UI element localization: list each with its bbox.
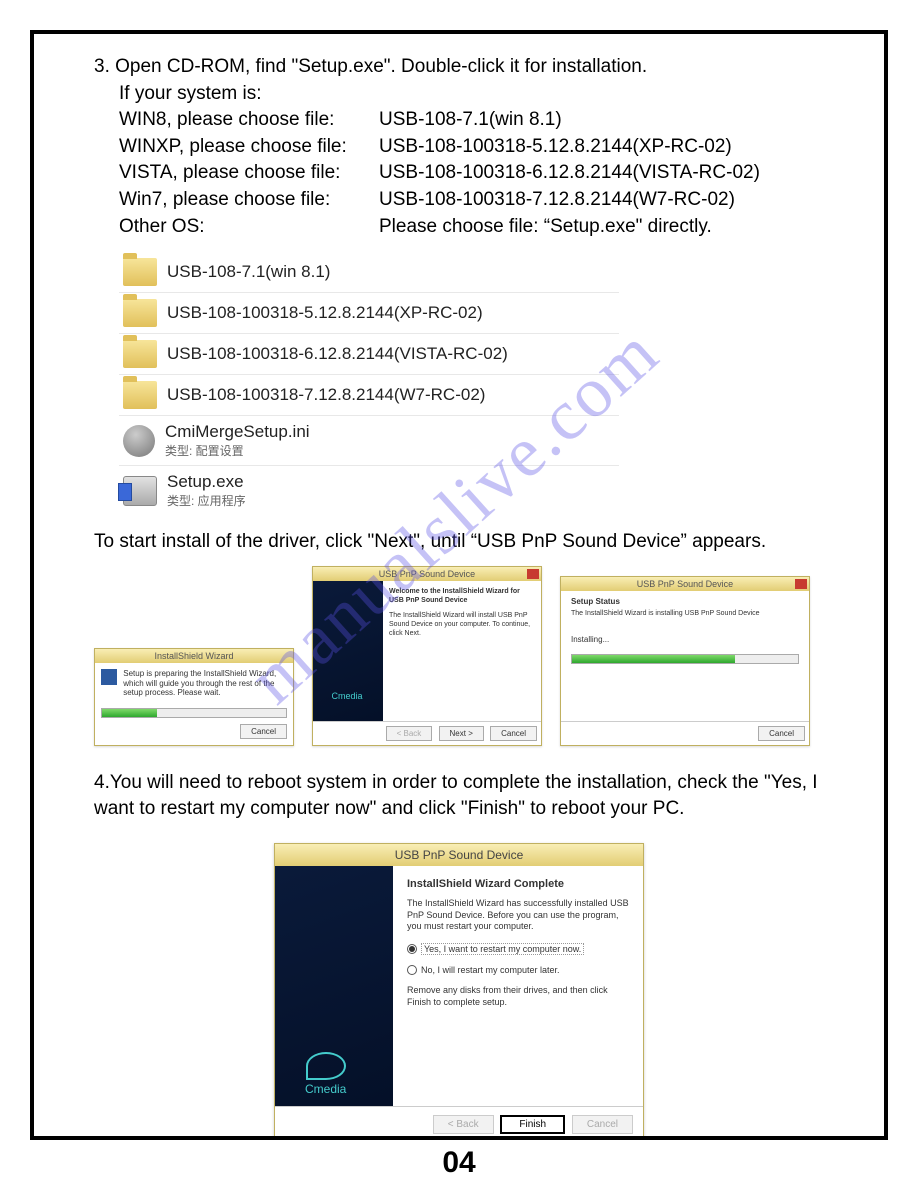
installing-label: Installing... <box>571 635 799 644</box>
wizard-complete-window: USB PnP Sound Device Cmedia InstallShiel… <box>274 843 644 1140</box>
cancel-button[interactable]: Cancel <box>240 724 287 739</box>
wizard-side-panel: Cmedia <box>313 581 383 721</box>
remove-disks-text: Remove any disks from their drives, and … <box>407 985 629 1008</box>
cmedia-logo: Cmedia <box>305 1052 346 1096</box>
os-label: Win7, please choose file: <box>119 187 379 214</box>
cancel-button[interactable]: Cancel <box>758 726 805 741</box>
setup-status-window: USB PnP Sound Device Setup Status The In… <box>560 576 810 746</box>
restart-later-option[interactable]: No, I will restart my computer later. <box>407 965 629 975</box>
close-icon[interactable] <box>527 569 539 579</box>
window-title: USB PnP Sound Device <box>313 567 541 581</box>
file-listing: USB-108-7.1(win 8.1) USB-108-100318-5.12… <box>119 252 619 515</box>
step3-line1: 3. Open CD-ROM, find "Setup.exe". Double… <box>94 54 854 81</box>
window-title: USB PnP Sound Device <box>561 577 809 591</box>
back-button: < Back <box>386 726 433 741</box>
finish-button[interactable]: Finish <box>500 1115 565 1134</box>
exe-file-meta: 类型: 应用程序 <box>167 492 246 509</box>
os-file: Please choose file: “Setup.exe" directly… <box>379 214 790 241</box>
back-button: < Back <box>433 1115 494 1134</box>
next-button[interactable]: Next > <box>439 726 484 741</box>
step3-line2: If your system is: <box>119 81 854 108</box>
radio-selected-icon <box>407 944 417 954</box>
os-file: USB-108-7.1(win 8.1) <box>379 107 790 134</box>
exe-file-name: Setup.exe <box>167 472 246 492</box>
wizard-side-panel: Cmedia <box>275 866 393 1106</box>
step3-block: 3. Open CD-ROM, find "Setup.exe". Double… <box>94 54 854 107</box>
close-icon[interactable] <box>795 579 807 589</box>
wizard-screenshots-row: InstallShield Wizard Setup is preparing … <box>94 566 854 746</box>
welcome-body: The InstallShield Wizard will install US… <box>389 611 535 638</box>
os-label: VISTA, please choose file: <box>119 160 379 187</box>
folder-icon <box>123 381 157 409</box>
step4-text: 4.You will need to reboot system in orde… <box>94 770 824 823</box>
progress-bar <box>571 654 799 664</box>
radio-icon <box>407 965 417 975</box>
progress-bar <box>101 708 287 718</box>
restart-later-label: No, I will restart my computer later. <box>421 965 560 975</box>
window-title: USB PnP Sound Device <box>275 844 643 866</box>
wizard-welcome-window: USB PnP Sound Device Cmedia Welcome to t… <box>312 566 542 746</box>
page-frame: manualslive.com 3. Open CD-ROM, find "Se… <box>30 30 888 1140</box>
folder-row[interactable]: USB-108-100318-6.12.8.2144(VISTA-RC-02) <box>119 334 619 375</box>
folder-row[interactable]: USB-108-100318-5.12.8.2144(XP-RC-02) <box>119 293 619 334</box>
ini-file-row[interactable]: CmiMergeSetup.ini 类型: 配置设置 <box>119 416 619 466</box>
start-install-text: To start install of the driver, click "N… <box>94 529 824 556</box>
folder-name: USB-108-100318-5.12.8.2144(XP-RC-02) <box>167 303 483 323</box>
ini-file-meta: 类型: 配置设置 <box>165 442 310 459</box>
os-label: Other OS: <box>119 214 379 241</box>
setup-status-text: The InstallShield Wizard is installing U… <box>571 610 799 617</box>
os-label: WINXP, please choose file: <box>119 134 379 161</box>
os-label: WIN8, please choose file: <box>119 107 379 134</box>
cmedia-logo: Cmedia <box>331 691 363 715</box>
cmedia-swirl-icon <box>306 1052 346 1080</box>
os-table: WIN8, please choose file:USB-108-7.1(win… <box>119 107 790 240</box>
ini-file-name: CmiMergeSetup.ini <box>165 422 310 442</box>
installer-icon <box>123 476 157 506</box>
cancel-button[interactable]: Cancel <box>490 726 537 741</box>
window-title: InstallShield Wizard <box>95 649 293 663</box>
folder-row[interactable]: USB-108-100318-7.12.8.2144(W7-RC-02) <box>119 375 619 416</box>
folder-name: USB-108-100318-6.12.8.2144(VISTA-RC-02) <box>167 344 508 364</box>
folder-row[interactable]: USB-108-7.1(win 8.1) <box>119 252 619 293</box>
setup-icon <box>101 669 117 685</box>
os-file: USB-108-100318-7.12.8.2144(W7-RC-02) <box>379 187 790 214</box>
cancel-button: Cancel <box>572 1115 633 1134</box>
exe-file-row[interactable]: Setup.exe 类型: 应用程序 <box>119 466 619 515</box>
folder-name: USB-108-7.1(win 8.1) <box>167 262 330 282</box>
setup-status-heading: Setup Status <box>571 597 799 606</box>
folder-icon <box>123 340 157 368</box>
page-number: 04 <box>30 1146 888 1180</box>
os-file: USB-108-100318-6.12.8.2144(VISTA-RC-02) <box>379 160 790 187</box>
welcome-heading: Welcome to the InstallShield Wizard for … <box>389 587 535 605</box>
complete-paragraph: The InstallShield Wizard has successfull… <box>407 898 629 933</box>
folder-name: USB-108-100318-7.12.8.2144(W7-RC-02) <box>167 385 485 405</box>
gear-icon <box>123 425 155 457</box>
complete-heading: InstallShield Wizard Complete <box>407 878 629 890</box>
installshield-prepare-window: InstallShield Wizard Setup is preparing … <box>94 648 294 746</box>
restart-now-label: Yes, I want to restart my computer now. <box>421 943 584 955</box>
folder-icon <box>123 299 157 327</box>
prepare-message: Setup is preparing the InstallShield Wiz… <box>123 669 283 698</box>
os-file: USB-108-100318-5.12.8.2144(XP-RC-02) <box>379 134 790 161</box>
restart-now-option[interactable]: Yes, I want to restart my computer now. <box>407 943 629 955</box>
folder-icon <box>123 258 157 286</box>
